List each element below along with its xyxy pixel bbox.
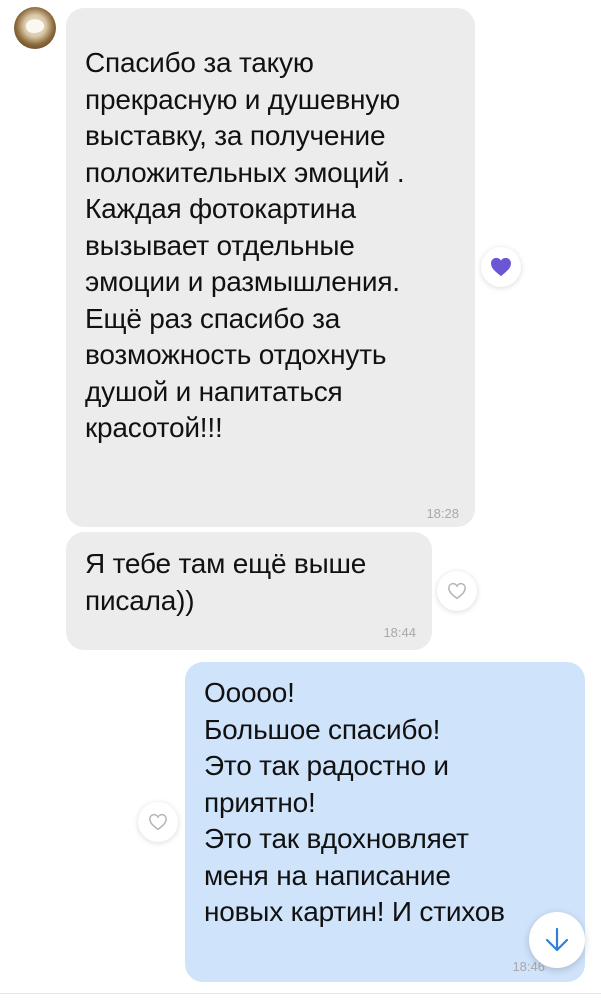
avatar-image [24, 16, 46, 36]
reaction-button[interactable] [481, 247, 521, 287]
heart-outline-icon [149, 813, 167, 831]
contact-avatar[interactable] [14, 7, 56, 49]
reaction-button[interactable] [138, 802, 178, 842]
scroll-to-bottom-button[interactable] [529, 912, 585, 968]
message-text: Спасибо за такую прекрасную и душевную в… [85, 47, 405, 443]
arrow-down-icon [545, 927, 569, 952]
message-text: Я тебе там ещё выше писала)) [85, 548, 367, 616]
reaction-button[interactable] [437, 571, 477, 611]
heart-filled-icon [491, 257, 511, 277]
message-time: 18:44 [383, 625, 416, 640]
divider [0, 993, 601, 994]
message-text: Ооооо! Большое спасибо! Это так радостно… [204, 677, 505, 927]
message-bubble-outgoing-1[interactable]: Ооооо! Большое спасибо! Это так радостно… [185, 662, 585, 982]
heart-outline-icon [448, 582, 466, 600]
message-bubble-incoming-1[interactable]: Спасибо за такую прекрасную и душевную в… [66, 8, 475, 527]
message-time: 18:28 [426, 506, 459, 521]
message-bubble-incoming-2[interactable]: Я тебе там ещё выше писала)) 18:44 [66, 532, 432, 650]
